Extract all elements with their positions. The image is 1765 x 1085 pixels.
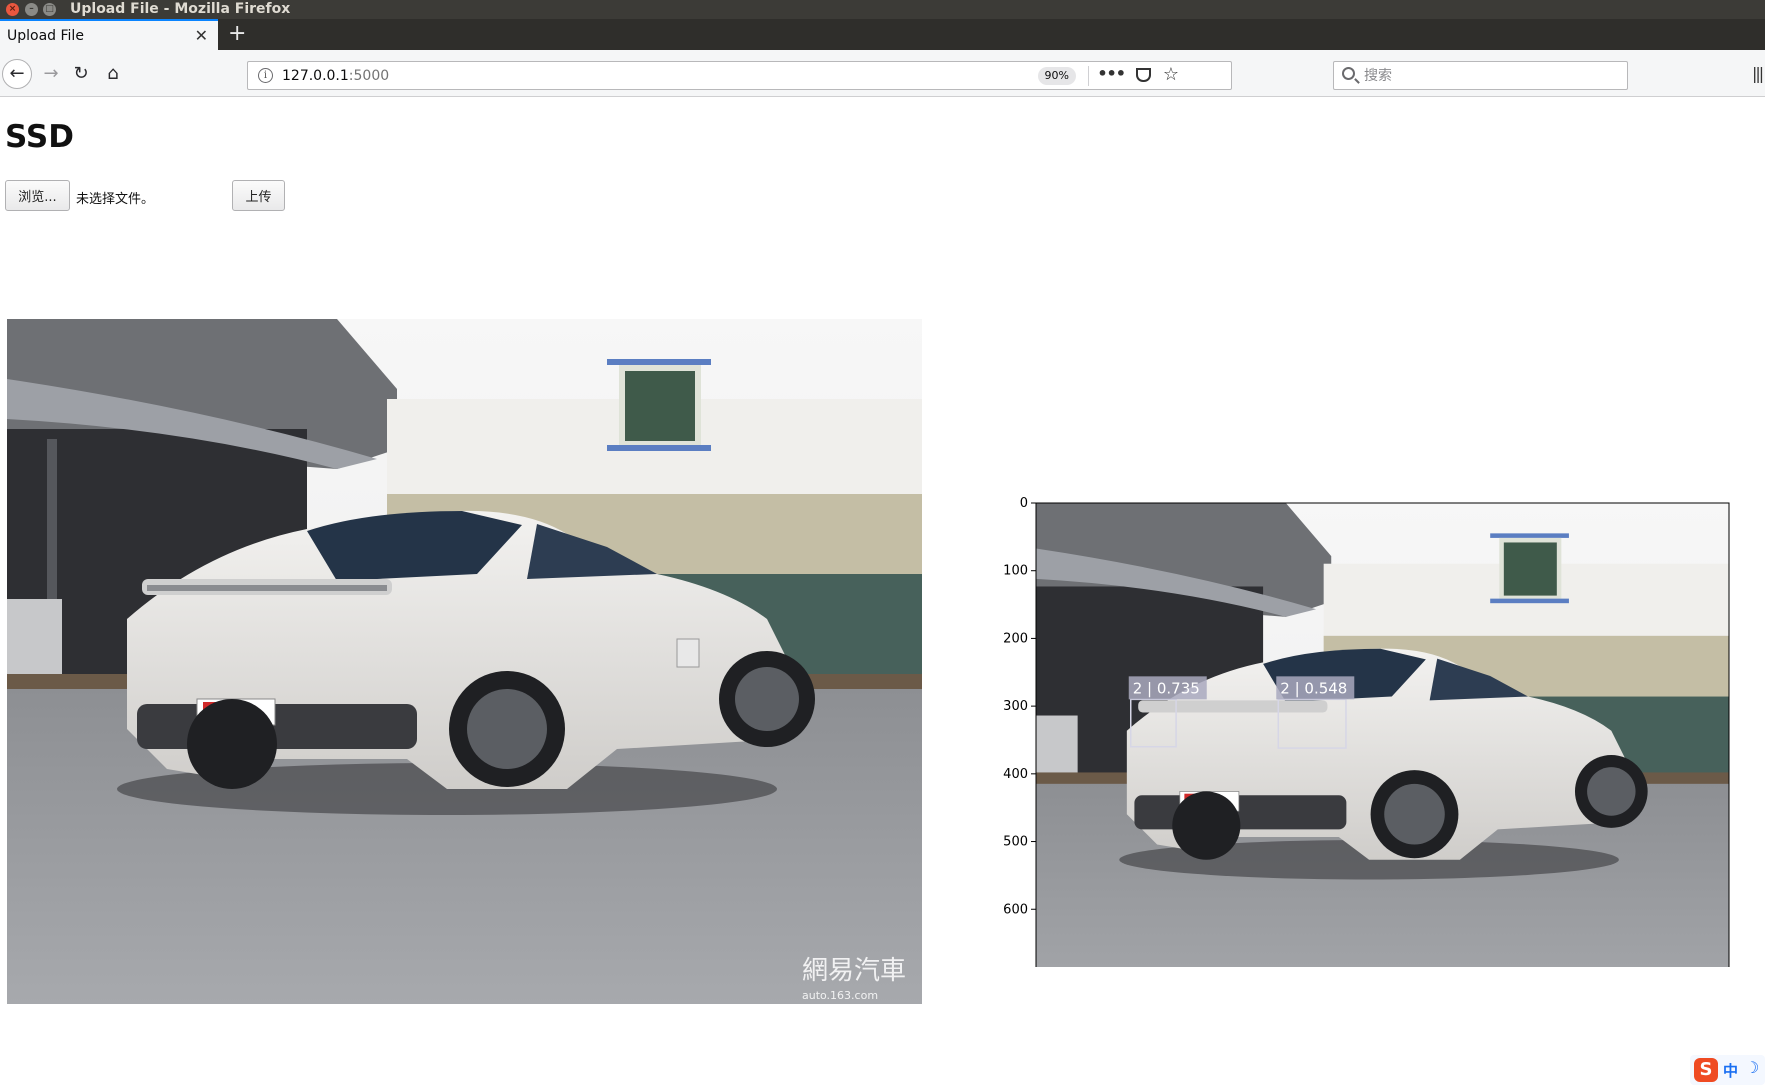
window-close-button[interactable]: × [6, 3, 19, 16]
tab-label: Upload File [7, 28, 84, 44]
detection-label: 2 | 0.735 [1133, 679, 1200, 697]
search-icon [1342, 67, 1355, 80]
library-icon[interactable]: ||| [1752, 64, 1764, 83]
bookmark-star-icon[interactable]: ☆ [1163, 64, 1179, 85]
url-text[interactable]: 127.0.0.1:5000 [282, 68, 389, 84]
y-tick-label: 500 [1003, 835, 1028, 850]
y-tick-label: 600 [1003, 902, 1028, 917]
y-tick-label: 400 [1003, 767, 1028, 782]
url-bar[interactable]: i 127.0.0.1:5000 90% ••• ☆ [247, 61, 1232, 90]
site-info-icon[interactable]: i [258, 68, 273, 83]
file-status-text: 未选择文件。 [76, 192, 155, 207]
y-tick-label: 0 [1020, 496, 1028, 511]
forward-arrow-icon[interactable]: → [36, 59, 66, 89]
browse-file-button[interactable]: 浏览... [5, 180, 70, 211]
plot-image: 網易汽車 [1036, 503, 1729, 1023]
url-port: :5000 [348, 68, 390, 84]
window-minimize-button[interactable]: – [25, 3, 38, 16]
ime-language: 中 [1723, 1062, 1739, 1080]
detection-plot-svg: 網易汽車 02004006008001000010020030040050060… [1003, 496, 1730, 1046]
sogou-logo-icon: S [1694, 1058, 1718, 1082]
pocket-icon[interactable] [1136, 68, 1151, 82]
url-host: 127.0.0.1 [282, 68, 349, 84]
window-titlebar: × – □ Upload File - Mozilla Firefox [0, 0, 1765, 19]
window-maximize-button[interactable]: □ [43, 3, 56, 16]
close-icon: × [8, 4, 17, 14]
page-title: SSD [5, 119, 74, 155]
detection-label: 2 | 0.548 [1280, 679, 1347, 697]
photo-watermark-brand: 網易汽車 [802, 956, 906, 986]
reload-icon[interactable]: ↻ [66, 59, 96, 89]
search-input[interactable] [1364, 66, 1614, 86]
y-tick-label: 100 [1003, 564, 1028, 579]
navigation-toolbar: ← → ↻ ⌂ i 127.0.0.1:5000 90% ••• ☆ ||| [0, 50, 1765, 97]
photo-watermark-site: auto.163.com [802, 989, 878, 1002]
back-arrow-icon[interactable]: ← [2, 59, 32, 89]
ime-mode-icon: ☽ [1745, 1058, 1760, 1077]
y-tick-label: 300 [1003, 699, 1028, 714]
ime-indicator[interactable]: S 中 ☽ [1690, 1055, 1765, 1085]
search-bar[interactable] [1333, 61, 1628, 90]
window-title: Upload File - Mozilla Firefox [70, 1, 291, 17]
tab-upload-file[interactable]: Upload File ✕ [0, 19, 218, 50]
tab-strip: Upload File ✕ + [0, 19, 1765, 50]
upload-button[interactable]: 上传 [232, 180, 285, 211]
y-tick-label: 200 [1003, 631, 1028, 646]
uploaded-car-photo: 網易汽車 auto.163.com [7, 319, 922, 1004]
detection-result-plot: 網易汽車 02004006008001000010020030040050060… [1000, 397, 1765, 1046]
maximize-icon: □ [45, 4, 54, 14]
url-bar-divider [1088, 66, 1089, 86]
new-tab-icon[interactable]: + [228, 21, 246, 46]
page-content: SSD 浏览... 未选择文件。 上传 網易汽車 auto.163.com 0 … [0, 97, 1765, 1085]
zoom-level-badge[interactable]: 90% [1037, 67, 1076, 85]
page-actions-icon[interactable]: ••• [1097, 64, 1126, 83]
home-icon[interactable]: ⌂ [98, 59, 128, 89]
minimize-icon: – [29, 4, 34, 14]
tab-close-icon[interactable]: ✕ [195, 26, 208, 45]
